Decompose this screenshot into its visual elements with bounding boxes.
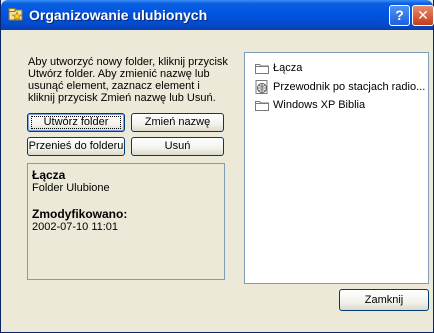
close-icon: ✕	[417, 7, 429, 23]
folder-icon	[254, 97, 270, 113]
favorites-folder-icon	[8, 7, 24, 23]
instructions-text: Aby utworzyć nowy folder, kliknij przyci…	[28, 56, 228, 104]
favorites-list[interactable]: Łącza Przewodnik po stacjach radio... Wi…	[244, 52, 429, 284]
organize-favorites-dialog: Organizowanie ulubionych ? ✕ Aby utworzy…	[0, 0, 434, 333]
move-to-folder-button[interactable]: Przenieś do folderu	[27, 137, 125, 156]
rename-button[interactable]: Zmień nazwę	[131, 113, 224, 132]
title-bar[interactable]: Organizowanie ulubionych ? ✕	[1, 0, 434, 30]
selected-item-info-panel: Łącza Folder Ulubione Zmodyfikowano: 200…	[27, 163, 225, 280]
internet-shortcut-icon	[254, 79, 270, 95]
help-button[interactable]: ?	[389, 5, 410, 26]
modified-label: Zmodyfikowano:	[32, 207, 128, 221]
close-window-button[interactable]: ✕	[412, 5, 434, 26]
close-button[interactable]: Zamknij	[339, 289, 429, 311]
selected-item-type: Folder Ulubione	[32, 182, 110, 194]
delete-button[interactable]: Usuń	[131, 137, 224, 156]
folder-icon	[254, 60, 270, 76]
window-title: Organizowanie ulubionych	[29, 7, 208, 23]
create-folder-button[interactable]: Utwórz folder	[27, 113, 125, 132]
selected-item-name: Łącza	[32, 168, 66, 182]
modified-value: 2002-07-10 11:01	[32, 221, 119, 233]
